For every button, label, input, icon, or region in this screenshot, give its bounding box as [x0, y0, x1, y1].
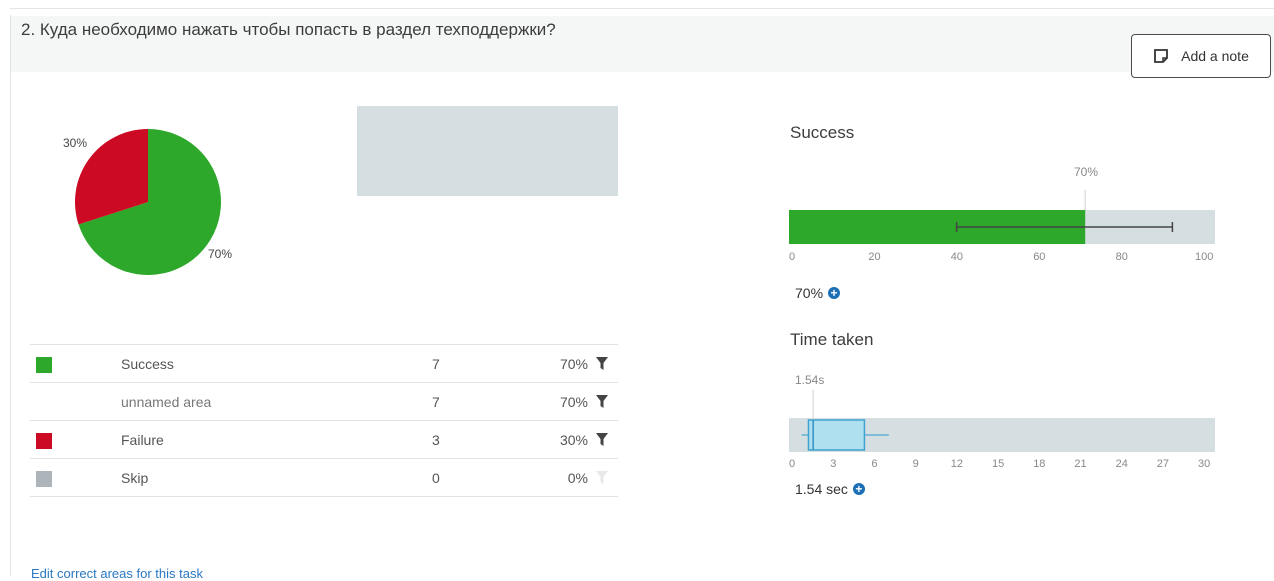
row-count: 7	[432, 356, 440, 372]
time-tick-label: 15	[992, 458, 1005, 470]
add-note-label: Add a note	[1181, 48, 1249, 64]
time-tick-label: 21	[1074, 458, 1087, 470]
filter-icon[interactable]	[596, 395, 608, 408]
table-row: Skip 0 0%	[30, 458, 618, 497]
time-tick-label: 6	[871, 458, 878, 470]
filter-icon[interactable]	[596, 433, 608, 446]
legend-swatch	[36, 357, 52, 373]
success-tick-label: 80	[1115, 251, 1128, 263]
edit-correct-areas-link[interactable]: Edit correct areas for this task	[31, 566, 203, 581]
table-row: unnamed area 7 70%	[30, 382, 618, 420]
pie-label-failure: 30%	[63, 136, 88, 150]
time-box-plot	[789, 390, 1215, 452]
add-note-button[interactable]: Add a note	[1131, 34, 1271, 78]
table-row: Success 7 70%	[30, 344, 618, 382]
row-name: Failure	[121, 432, 164, 448]
pie-label-success: 70%	[208, 247, 233, 261]
time-tick-label: 27	[1156, 458, 1170, 470]
legend-swatch	[36, 433, 52, 449]
task-image-placeholder	[357, 106, 618, 196]
row-count: 3	[432, 432, 440, 448]
results-table: Success 7 70% unnamed area 7 70% Failure…	[30, 344, 618, 497]
row-percent: 30%	[559, 432, 588, 448]
row-percent: 70%	[559, 394, 588, 410]
question-title: 2. Куда необходимо нажать чтобы попасть …	[21, 20, 556, 39]
table-row: Failure 3 30%	[30, 420, 618, 458]
time-tick-label: 30	[1198, 458, 1211, 470]
time-tick-label: 0	[789, 458, 796, 470]
row-count: 0	[432, 470, 440, 486]
left-border	[10, 15, 11, 576]
success-title: Success	[790, 123, 855, 142]
result-pie-chart	[74, 129, 221, 275]
row-name: unnamed area	[121, 394, 212, 410]
time-median-label: 1.54s	[795, 373, 825, 387]
time-tick-label: 3	[830, 458, 837, 470]
success-tick-label: 100	[1195, 251, 1214, 263]
row-percent: 0%	[567, 470, 588, 486]
time-tick-label: 9	[912, 458, 919, 470]
time-box	[807, 419, 866, 451]
row-count: 7	[432, 394, 440, 410]
row-percent: 70%	[559, 356, 588, 372]
time-tick-label: 24	[1115, 458, 1128, 470]
success-tick-label: 0	[789, 251, 796, 263]
success-tick-label: 40	[950, 251, 964, 263]
time-tick-label: 12	[950, 458, 964, 470]
top-divider	[10, 8, 1274, 9]
time-title: Time taken	[790, 330, 874, 349]
expand-plus-icon[interactable]: +	[852, 483, 865, 495]
expand-plus-icon[interactable]: +	[828, 287, 841, 299]
success-tick-label: 20	[868, 251, 881, 263]
time-tick-label: 18	[1033, 458, 1046, 470]
success-tick-label: 60	[1033, 251, 1046, 263]
success-bar-chart	[789, 190, 1215, 244]
time-summary: 1.54 sec +	[795, 481, 865, 497]
row-name: Success	[121, 356, 174, 372]
note-icon	[1154, 49, 1169, 63]
success-summary-value: 70%	[795, 285, 824, 301]
legend-swatch	[36, 471, 52, 487]
success-summary: 70% +	[795, 285, 841, 301]
filter-icon-disabled	[596, 471, 608, 484]
legend-swatch	[36, 395, 52, 411]
row-name: Skip	[121, 470, 149, 486]
time-summary-value: 1.54 sec	[795, 481, 848, 497]
filter-icon[interactable]	[596, 357, 608, 370]
